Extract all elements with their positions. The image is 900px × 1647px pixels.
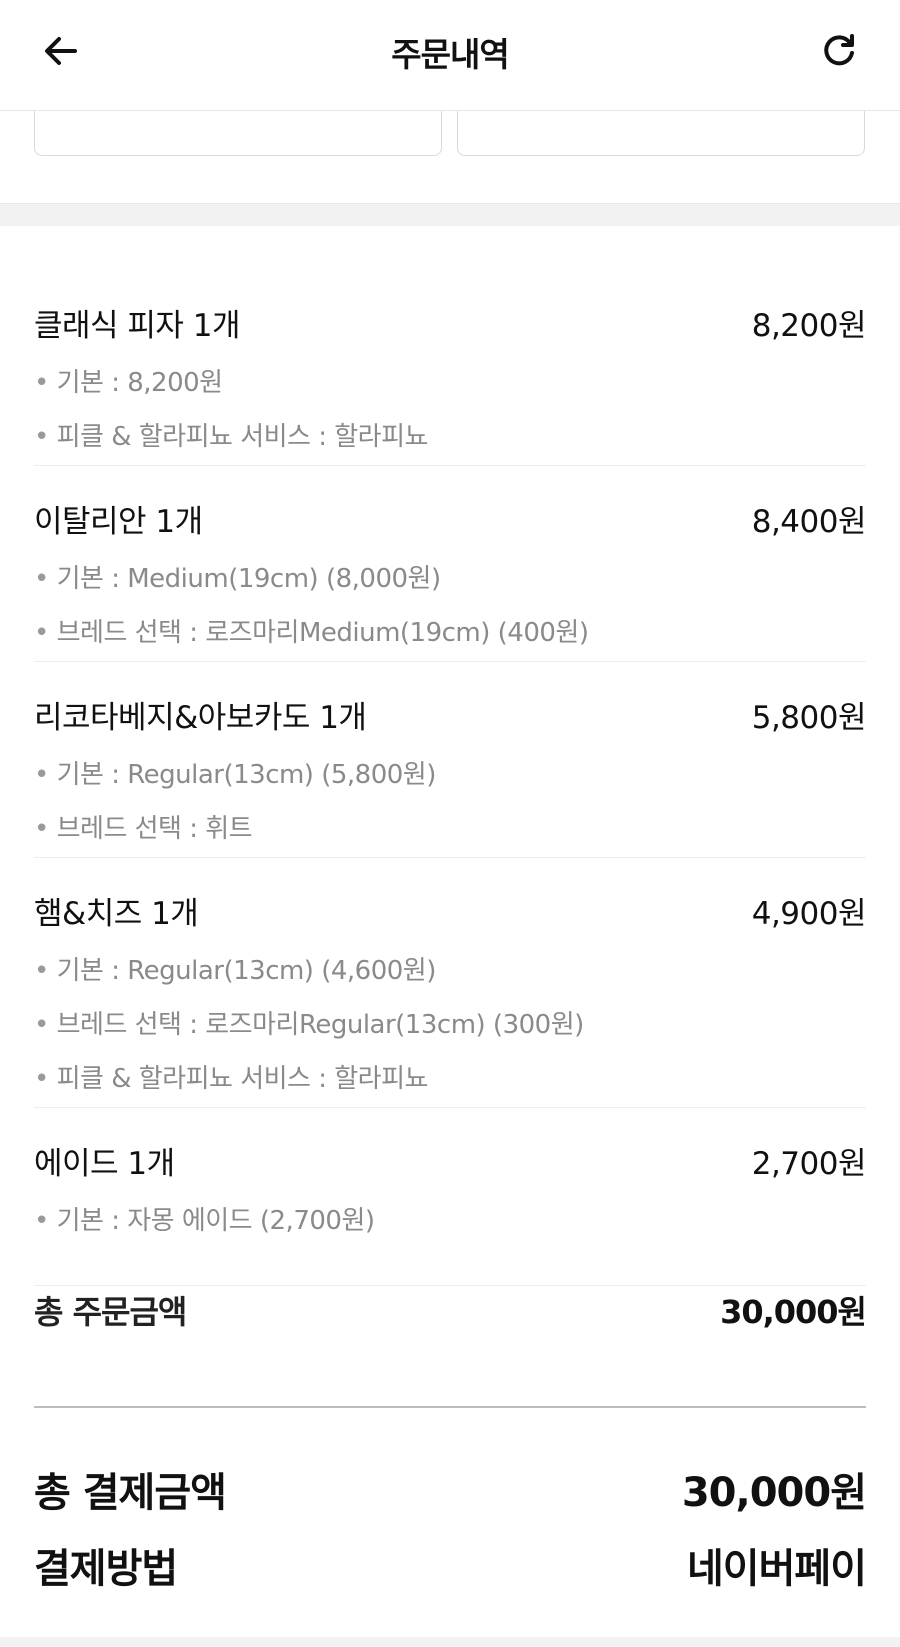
top-action-boxes bbox=[0, 106, 900, 203]
summary-divider bbox=[34, 1406, 866, 1408]
order-item-option: 피클 & 할라피뇨 서비스 : 할라피뇨 bbox=[34, 416, 866, 453]
order-item-option: 피클 & 할라피뇨 서비스 : 할라피뇨 bbox=[34, 1058, 866, 1095]
total-order-row: 총 주문금액 30,000원 bbox=[34, 1287, 867, 1333]
refresh-button[interactable] bbox=[814, 28, 864, 78]
order-item-list: 클래식 피자 1개 8,200원 기본 : 8,200원 피클 & 할라피뇨 서… bbox=[34, 270, 867, 1286]
order-item-option: 기본 : Regular(13cm) (4,600원) bbox=[34, 950, 866, 987]
section-divider bbox=[0, 203, 900, 226]
total-payment-row: 총 결제금액 30,000원 bbox=[34, 1460, 867, 1518]
order-item-option: 브레드 선택 : 로즈마리Medium(19cm) (400원) bbox=[34, 612, 866, 649]
order-item-price: 5,800원 bbox=[751, 700, 867, 736]
bottom-bar bbox=[0, 1637, 900, 1647]
total-payment-value: 30,000원 bbox=[681, 1470, 867, 1516]
payment-method-row: 결제방법 네이버페이 bbox=[34, 1536, 867, 1594]
order-item: 에이드 1개 2,700원 기본 : 자몽 에이드 (2,700원) bbox=[34, 1108, 867, 1286]
order-item-name: 이탈리안 1개 bbox=[34, 504, 203, 540]
order-item-option: 기본 : 8,200원 bbox=[34, 362, 866, 399]
payment-method-value: 네이버페이 bbox=[687, 1546, 867, 1592]
order-item-price: 8,400원 bbox=[751, 504, 867, 540]
page-title: 주문내역 bbox=[391, 35, 509, 74]
order-item-price: 2,700원 bbox=[751, 1146, 867, 1182]
order-item-price: 8,200원 bbox=[751, 308, 867, 344]
order-item: 리코타베지&아보카도 1개 5,800원 기본 : Regular(13cm) … bbox=[34, 662, 867, 858]
order-item-price: 4,900원 bbox=[751, 896, 867, 932]
payment-method-label: 결제방법 bbox=[34, 1546, 178, 1592]
total-order-value: 30,000원 bbox=[720, 1293, 867, 1331]
order-item-option: 기본 : Regular(13cm) (5,800원) bbox=[34, 754, 866, 791]
order-history-screen: 주문내역 클래식 피자 1개 8,200원 기본 : 8,200원 피클 & 할… bbox=[0, 0, 900, 1647]
order-item-name: 클래식 피자 1개 bbox=[34, 308, 241, 344]
order-item-name: 햄&치즈 1개 bbox=[34, 896, 199, 932]
order-item-option: 브레드 선택 : 휘트 bbox=[34, 808, 866, 845]
total-order-label: 총 주문금액 bbox=[34, 1293, 187, 1331]
action-box-right[interactable] bbox=[457, 106, 865, 156]
total-payment-label: 총 결제금액 bbox=[34, 1470, 227, 1516]
order-item-name: 리코타베지&아보카도 1개 bbox=[34, 700, 367, 736]
order-item-option: 기본 : 자몽 에이드 (2,700원) bbox=[34, 1200, 866, 1237]
refresh-icon bbox=[819, 31, 859, 75]
app-header: 주문내역 bbox=[0, 0, 900, 111]
order-item: 이탈리안 1개 8,400원 기본 : Medium(19cm) (8,000원… bbox=[34, 466, 867, 662]
action-box-left[interactable] bbox=[34, 106, 442, 156]
order-item: 햄&치즈 1개 4,900원 기본 : Regular(13cm) (4,600… bbox=[34, 858, 867, 1108]
order-item: 클래식 피자 1개 8,200원 기본 : 8,200원 피클 & 할라피뇨 서… bbox=[34, 270, 867, 466]
order-item-option: 기본 : Medium(19cm) (8,000원) bbox=[34, 558, 866, 595]
order-item-option: 브레드 선택 : 로즈마리Regular(13cm) (300원) bbox=[34, 1004, 866, 1041]
order-item-name: 에이드 1개 bbox=[34, 1146, 175, 1182]
